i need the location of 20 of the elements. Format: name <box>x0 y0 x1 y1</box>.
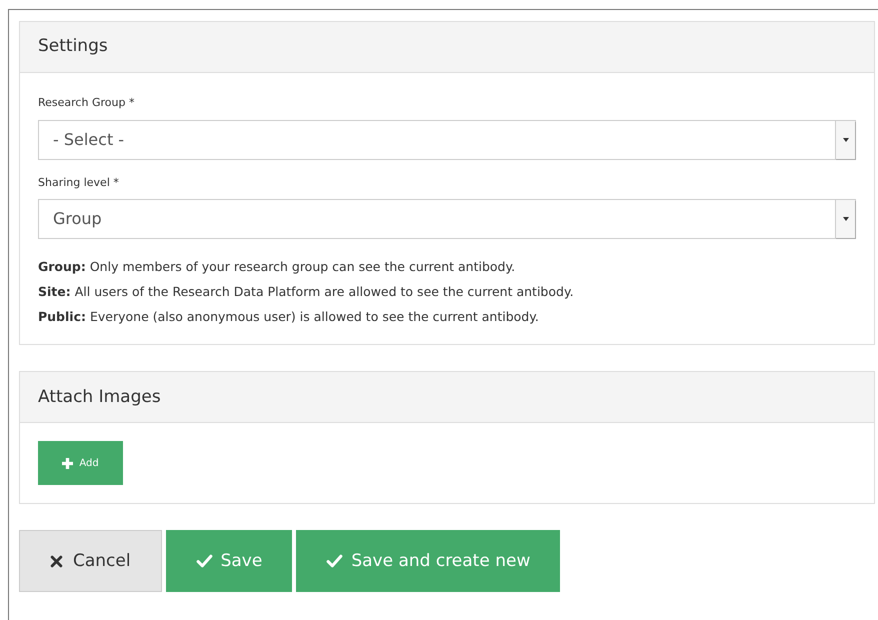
select-value: Group <box>53 208 102 230</box>
checkmark-icon <box>326 554 344 568</box>
panel-title: Settings <box>38 35 108 58</box>
cancel-button[interactable]: Cancel <box>19 530 162 592</box>
dropdown-caret-button[interactable] <box>835 120 855 158</box>
help-text: Public: Everyone (also anonymous user) is allowed to see the current antibody. <box>38 308 540 326</box>
help-text: Group: Only members of your research group can see the current antibody. <box>38 258 516 276</box>
select-field[interactable]: Group <box>38 199 856 239</box>
field-label: Research Group * <box>38 95 136 111</box>
caret-icon <box>842 217 848 221</box>
caret-icon <box>842 138 848 142</box>
dropdown-caret-button[interactable] <box>835 200 855 238</box>
help-text: Site: All users of the Research Data Platform are allowed to see the current antibody. <box>38 282 575 301</box>
select-field[interactable]: - Select - <box>38 120 856 160</box>
plus-icon <box>62 458 74 469</box>
field-label: Sharing level * <box>38 174 120 190</box>
checkmark-icon <box>196 554 213 568</box>
close-icon <box>50 554 63 568</box>
panel-title: Attach Images <box>38 386 161 408</box>
select-value: - Select - <box>53 128 124 150</box>
